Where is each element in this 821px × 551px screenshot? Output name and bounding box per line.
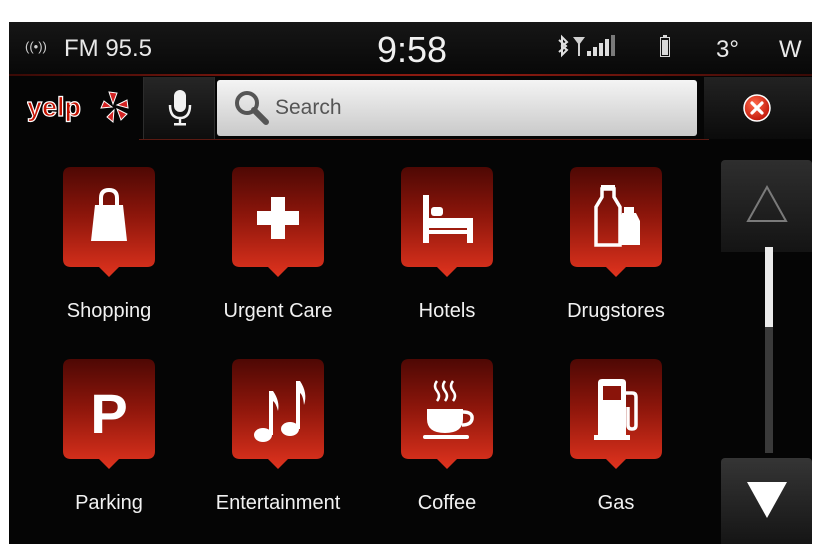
category-tile-coffee[interactable]: Coffee xyxy=(367,359,517,529)
scrollbar-track[interactable] xyxy=(765,247,773,453)
search-divider xyxy=(139,139,709,140)
shopping-bag-icon xyxy=(63,167,155,277)
magnifier-icon xyxy=(235,91,269,125)
category-label: Shopping xyxy=(66,300,152,322)
bottles-icon xyxy=(570,167,662,277)
category-tile-urgent-care[interactable]: Urgent Care xyxy=(198,167,348,337)
search-input[interactable] xyxy=(273,92,677,124)
scroll-up-button[interactable] xyxy=(721,160,812,252)
category-tile-shopping[interactable]: Shopping xyxy=(29,167,179,337)
bed-icon xyxy=(401,167,493,277)
radio-station[interactable]: FM 95.5 xyxy=(64,35,152,63)
scroll-down-button[interactable] xyxy=(721,458,812,544)
battery-icon xyxy=(660,35,670,57)
category-label: Parking xyxy=(75,492,143,514)
category-label: Urgent Care xyxy=(223,300,333,322)
category-tile-parking[interactable]: P Parking xyxy=(29,359,179,529)
medical-cross-icon xyxy=(232,167,324,277)
parking-icon: P xyxy=(63,359,155,469)
svg-text:P: P xyxy=(90,382,127,445)
microphone-icon xyxy=(168,90,192,126)
category-tile-hotels[interactable]: Hotels xyxy=(367,167,517,337)
music-notes-icon xyxy=(232,359,324,469)
coffee-cup-icon xyxy=(401,359,493,469)
triangle-up-icon xyxy=(746,184,788,222)
category-tile-gas[interactable]: Gas xyxy=(536,359,686,529)
outside-temperature: 3° xyxy=(716,36,739,63)
close-button[interactable] xyxy=(704,77,812,139)
category-label: Coffee xyxy=(417,492,477,514)
category-tile-entertainment[interactable]: Entertainment xyxy=(198,359,348,529)
svg-text:yelp: yelp xyxy=(27,92,81,122)
close-x-icon xyxy=(743,94,771,122)
search-field[interactable] xyxy=(217,80,697,136)
category-label: Gas xyxy=(597,492,635,514)
radio-signal-icon: ((•)) xyxy=(25,39,47,54)
search-row: yelp xyxy=(9,77,812,139)
scrollbar-thumb[interactable] xyxy=(765,247,773,327)
category-label: Entertainment xyxy=(215,492,341,514)
fuel-pump-icon xyxy=(570,359,662,469)
yelp-app-screen: ((•)) FM 95.5 9:58 3° W yelp Search Shop… xyxy=(9,22,812,544)
category-label: Drugstores xyxy=(567,300,665,322)
bluetooth-signal-icon xyxy=(558,34,615,58)
status-bar: ((•)) FM 95.5 9:58 3° W xyxy=(9,22,812,74)
triangle-down-icon xyxy=(747,482,787,518)
yelp-logo: yelp xyxy=(27,91,129,123)
compass-heading: W xyxy=(779,36,802,63)
category-tile-drugstores[interactable]: Drugstores xyxy=(536,167,686,337)
voice-search-button[interactable] xyxy=(143,77,215,139)
clock: 9:58 xyxy=(377,29,448,70)
category-label: Hotels xyxy=(418,300,476,322)
status-divider xyxy=(9,74,812,76)
